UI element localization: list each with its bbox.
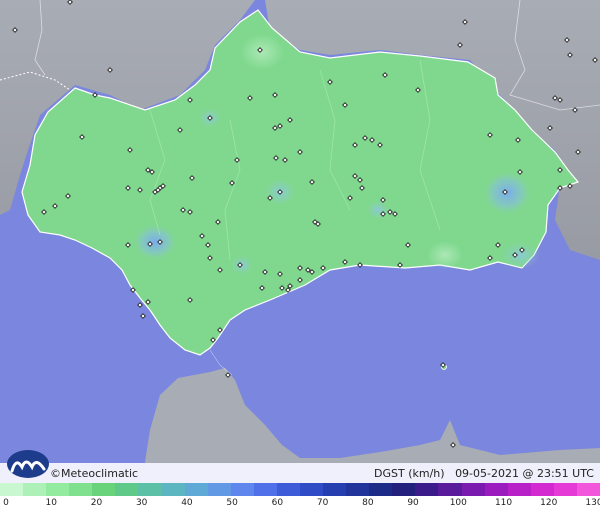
color-scale-swatch bbox=[138, 483, 162, 496]
color-scale-tick: 70 bbox=[316, 498, 329, 508]
color-scale: 0 10 20 30 40 50 60 70 80 90 100 110 120 130 bbox=[0, 483, 600, 517]
color-scale-swatch bbox=[184, 483, 208, 496]
color-scale-bar bbox=[0, 483, 600, 496]
color-scale-swatch bbox=[230, 483, 254, 496]
color-scale-swatch bbox=[415, 483, 439, 496]
brand-name: ©Meteoclimatic bbox=[50, 467, 139, 480]
color-scale-swatch bbox=[530, 483, 554, 496]
gust-area-coast bbox=[500, 241, 540, 269]
color-scale-swatch bbox=[484, 483, 508, 496]
datetime-label: 09-05-2021 @ 23:51 UTC bbox=[455, 467, 594, 480]
color-scale-swatch bbox=[276, 483, 301, 496]
color-scale-tick: 130 bbox=[585, 498, 600, 508]
color-scale-swatch bbox=[507, 483, 531, 496]
color-scale-tick: 100 bbox=[449, 498, 467, 508]
wind-gust-map bbox=[0, 0, 600, 517]
color-scale-swatch bbox=[0, 483, 24, 496]
color-scale-swatch bbox=[46, 483, 70, 496]
color-scale-tick: 90 bbox=[407, 498, 419, 508]
color-scale-tick: 30 bbox=[135, 498, 148, 508]
color-scale-tick: 40 bbox=[181, 498, 193, 508]
color-scale-swatch bbox=[323, 483, 347, 496]
color-scale-tick: 60 bbox=[271, 498, 284, 508]
map-info: DGST (km/h) 09-05-2021 @ 23:51 UTC bbox=[374, 467, 594, 480]
color-scale-swatch bbox=[576, 483, 600, 496]
color-scale-swatch bbox=[115, 483, 139, 496]
color-scale-tick: 110 bbox=[494, 498, 513, 508]
calm-area-jaen bbox=[240, 34, 284, 70]
color-scale-tick: 120 bbox=[540, 498, 558, 508]
color-scale-swatch bbox=[23, 483, 47, 496]
color-scale-swatch bbox=[553, 483, 577, 496]
color-scale-swatch bbox=[438, 483, 462, 496]
color-scale-swatch bbox=[92, 483, 116, 496]
color-scale-swatch bbox=[369, 483, 393, 496]
color-scale-swatch bbox=[392, 483, 416, 496]
calm-area-malaga bbox=[427, 241, 463, 269]
color-scale-swatch bbox=[346, 483, 370, 496]
color-scale-swatch bbox=[461, 483, 485, 496]
gust-area-almeria bbox=[483, 171, 531, 215]
color-scale-swatch bbox=[253, 483, 277, 496]
color-scale-swatch bbox=[300, 483, 324, 496]
color-scale-tick: 20 bbox=[90, 498, 103, 508]
color-scale-tick: 0 bbox=[3, 498, 9, 508]
color-scale-tick: 80 bbox=[362, 498, 374, 508]
variable-label: DGST (km/h) bbox=[374, 467, 445, 480]
color-scale-tick: 50 bbox=[226, 498, 238, 508]
gust-area-granada bbox=[366, 200, 390, 220]
color-scale-swatch bbox=[69, 483, 93, 496]
color-scale-swatch bbox=[207, 483, 231, 496]
meteoclimatic-logo-icon bbox=[7, 450, 49, 478]
color-scale-tick: 10 bbox=[45, 498, 57, 508]
color-scale-swatch bbox=[161, 483, 185, 496]
gust-area-huelva bbox=[133, 224, 177, 260]
